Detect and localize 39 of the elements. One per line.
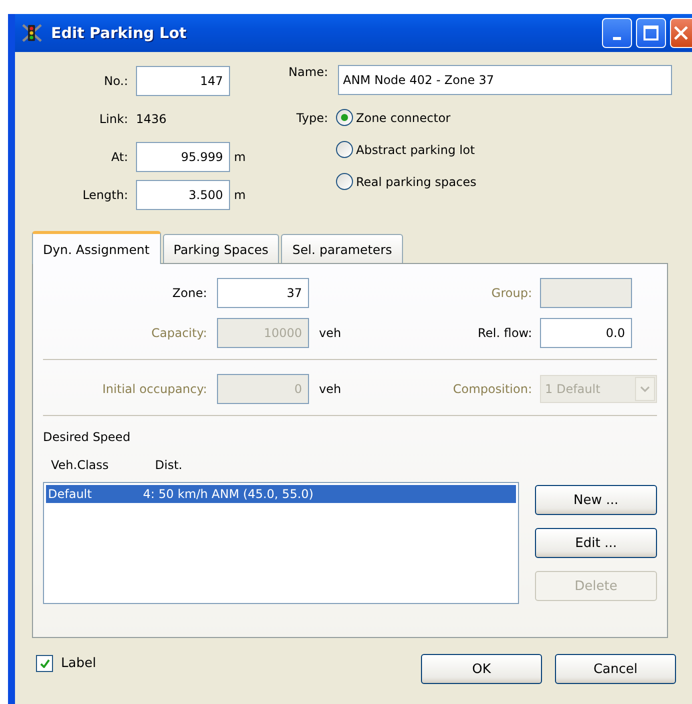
field-label: Rel. flow:: [478, 326, 532, 340]
tab[interactable]: Sel. parameters: [281, 234, 403, 263]
link-value: 1436: [136, 112, 168, 126]
field-label: No.:: [103, 74, 128, 88]
field-label: Group:: [491, 286, 532, 300]
field-label: Zone:: [171, 286, 207, 300]
list-action-button[interactable]: New ...: [535, 485, 657, 515]
section-title: Desired Speed: [43, 430, 132, 444]
radio-label: Abstract parking lot: [356, 142, 475, 156]
unit-label: veh: [319, 326, 342, 340]
list-action-button[interactable]: Edit ...: [535, 528, 657, 558]
field-label: Link:: [98, 112, 128, 126]
at-field[interactable]: 95.999: [136, 142, 230, 172]
field-label: Length:: [82, 188, 128, 202]
column-header: Dist.: [155, 458, 182, 472]
length-field[interactable]: 3.500: [136, 180, 230, 210]
tab[interactable]: Parking Spaces: [162, 234, 280, 263]
field-label: Type:: [295, 110, 328, 125]
field-label: At:: [110, 150, 128, 164]
field-label: Name:: [288, 65, 328, 81]
input-field[interactable]: 37: [217, 278, 309, 308]
number-field[interactable]: 147: [136, 66, 230, 96]
radio-label: Real parking spaces: [356, 174, 476, 188]
unit-label: veh: [319, 382, 342, 396]
unit-label: m: [234, 150, 247, 164]
radio-label: Zone connector: [356, 110, 450, 124]
list-row[interactable]: Default 4: 50 km/h ANM (45.0, 55.0): [46, 485, 516, 503]
unit-label: m: [234, 188, 247, 202]
tab[interactable]: Dyn. Assignment: [32, 231, 160, 264]
dialog-button[interactable]: Cancel: [555, 654, 676, 684]
field-label: Composition:: [453, 382, 532, 396]
input-field[interactable]: 0.0: [540, 318, 632, 348]
field-label: Capacity:: [150, 326, 207, 340]
checkbox-label: Label: [61, 656, 96, 671]
field-label: Initial occupancy:: [101, 382, 207, 396]
name-field[interactable]: ANM Node 402 - Zone 37: [338, 65, 672, 95]
window-title: Edit Parking Lot: [51, 24, 188, 42]
dialog-button[interactable]: OK: [421, 654, 542, 684]
column-header: Veh.Class: [51, 458, 110, 472]
